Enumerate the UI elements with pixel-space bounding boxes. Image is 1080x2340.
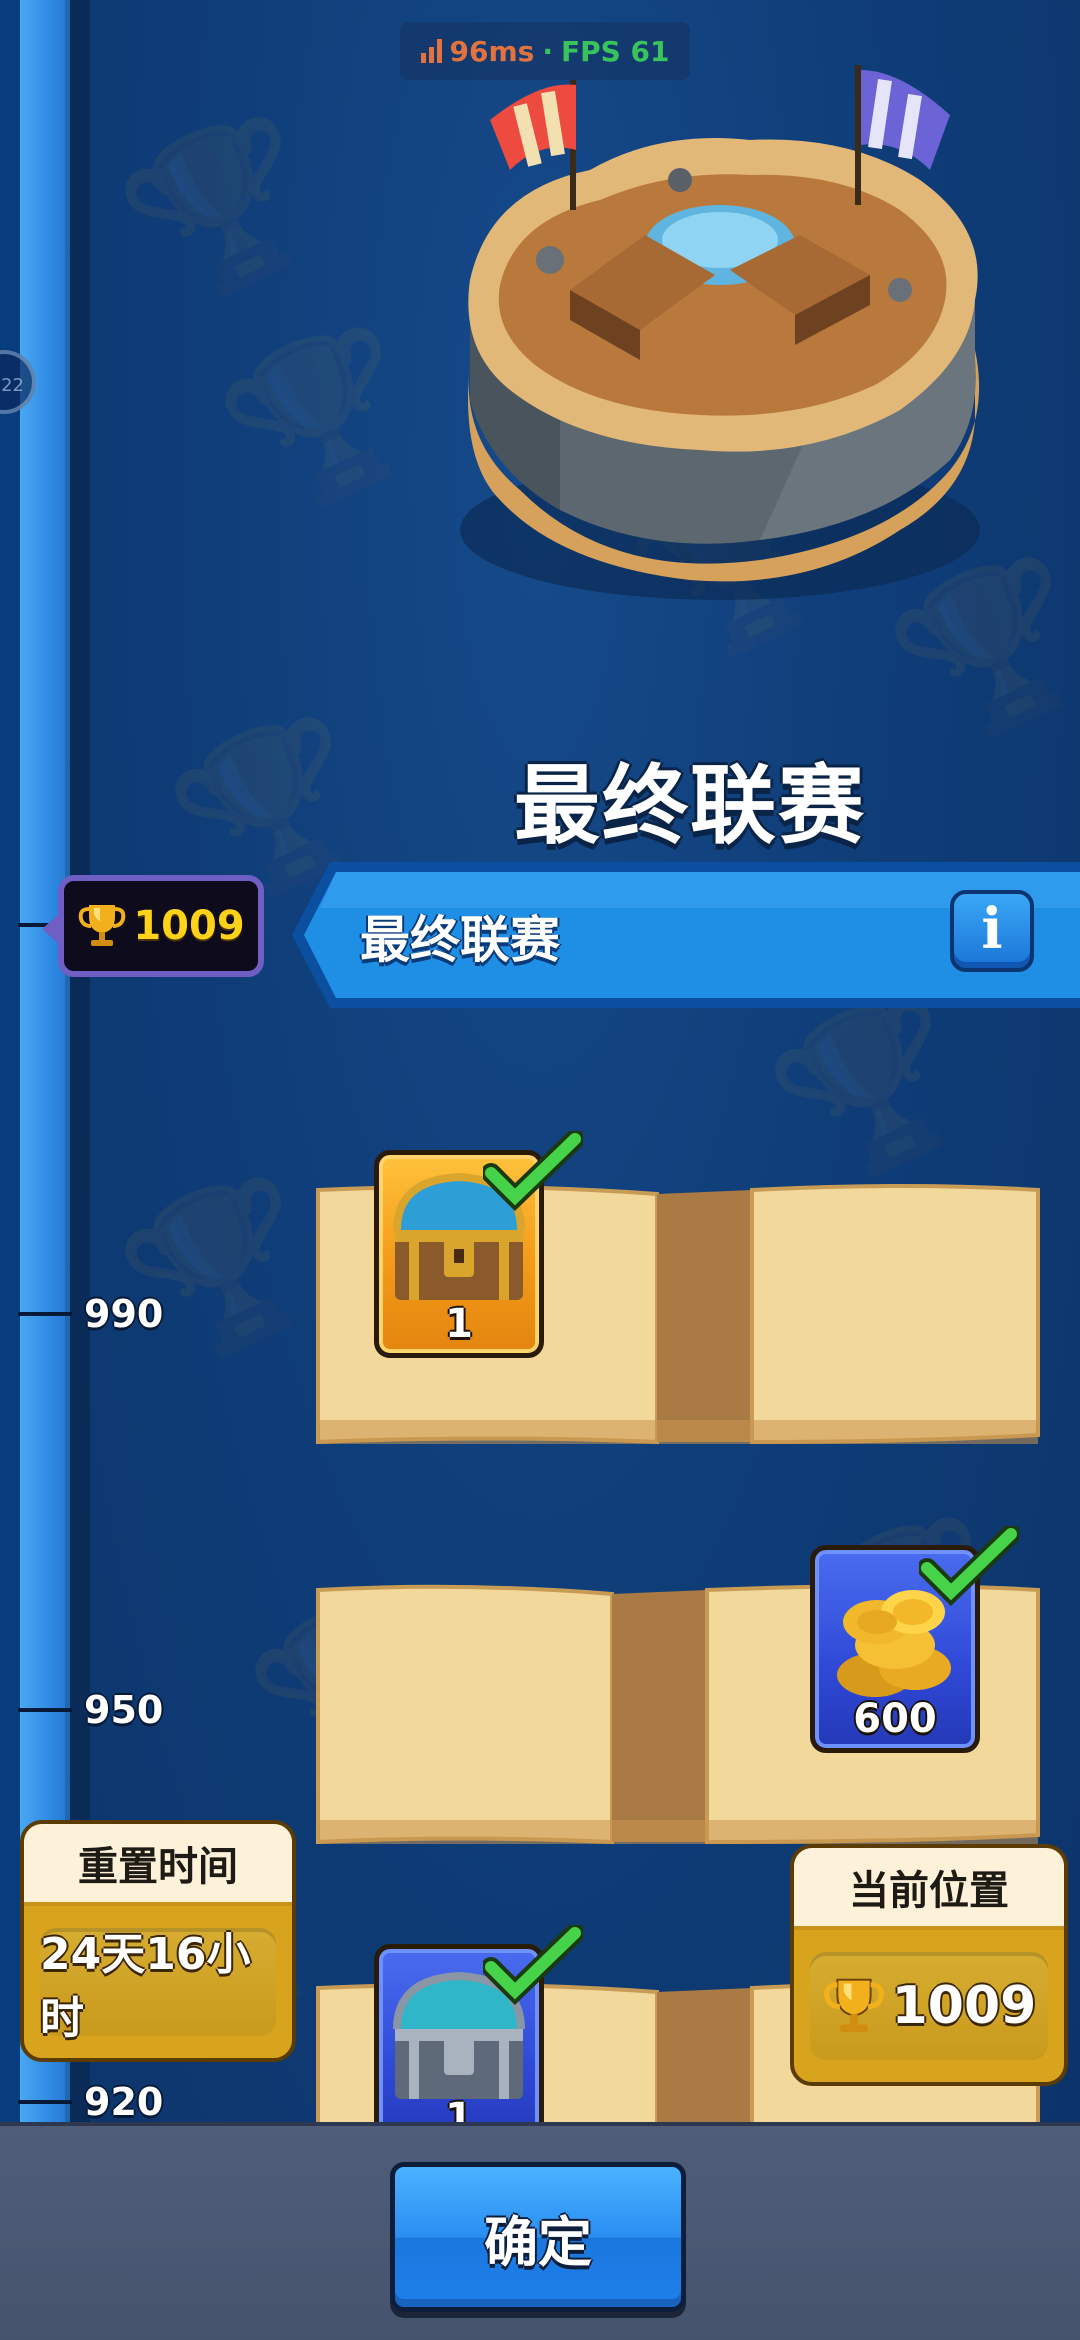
watermark-trophy-icon: 🏆: [201, 299, 445, 537]
track-tick-920: [18, 2100, 72, 2104]
reset-time-value-box: 24天16小时: [40, 1928, 276, 2044]
claimed-check-icon: [483, 1131, 583, 1211]
confirm-button[interactable]: 确定: [390, 2162, 686, 2312]
trophy-road-screen[interactable]: 🏆 🏆 🏆 🏆 🏆 🏆 🏆 🏆 🏆 🏆 22 990 950 920 96ms …: [0, 0, 1080, 2340]
league-title: 最终联赛: [514, 756, 866, 856]
current-trophy-count: 1009: [133, 903, 245, 949]
track-tick-label: 990: [84, 1292, 164, 1336]
watermark-trophy-icon: 🏆: [101, 89, 345, 327]
reward-card-chest[interactable]: 1: [374, 1925, 583, 2152]
reward-count: 600: [853, 1696, 937, 1742]
track-tick-950: [18, 1708, 72, 1712]
reward-count: 1: [445, 1301, 473, 1347]
current-position-value-box: 1009: [810, 1952, 1048, 2060]
watermark-trophy-icon: 🏆: [101, 1149, 345, 1387]
info-icon[interactable]: i: [950, 890, 1034, 972]
claimed-check-icon: [919, 1526, 1019, 1606]
current-position-panel: 当前位置 1009: [790, 1844, 1068, 2086]
reward-card-chest[interactable]: 1: [374, 1131, 583, 1358]
trophy-icon: [822, 1972, 886, 2040]
trophy-icon: [77, 899, 127, 953]
current-position-value: 1009: [891, 1976, 1037, 2036]
current-trophy-marker: 1009: [42, 875, 264, 977]
track-tick-label: 950: [84, 1688, 164, 1732]
reward-card-gold[interactable]: 600: [810, 1526, 1019, 1753]
current-position-title: 当前位置: [794, 1848, 1064, 1930]
track-tick-label: 920: [84, 2080, 164, 2124]
league-banner-name: 最终联赛: [360, 911, 560, 969]
reset-time-panel: 重置时间 24天16小时: [20, 1820, 296, 2062]
bottom-bar: 确定: [0, 2122, 1080, 2340]
arena-illustration: [460, 65, 980, 600]
reset-time-title: 重置时间: [24, 1824, 292, 1906]
league-banner[interactable]: 最终联赛 i: [290, 860, 1080, 1010]
track-tick-990: [18, 1312, 72, 1316]
claimed-check-icon: [483, 1925, 583, 2005]
reset-time-value: 24天16小时: [40, 1929, 251, 2044]
